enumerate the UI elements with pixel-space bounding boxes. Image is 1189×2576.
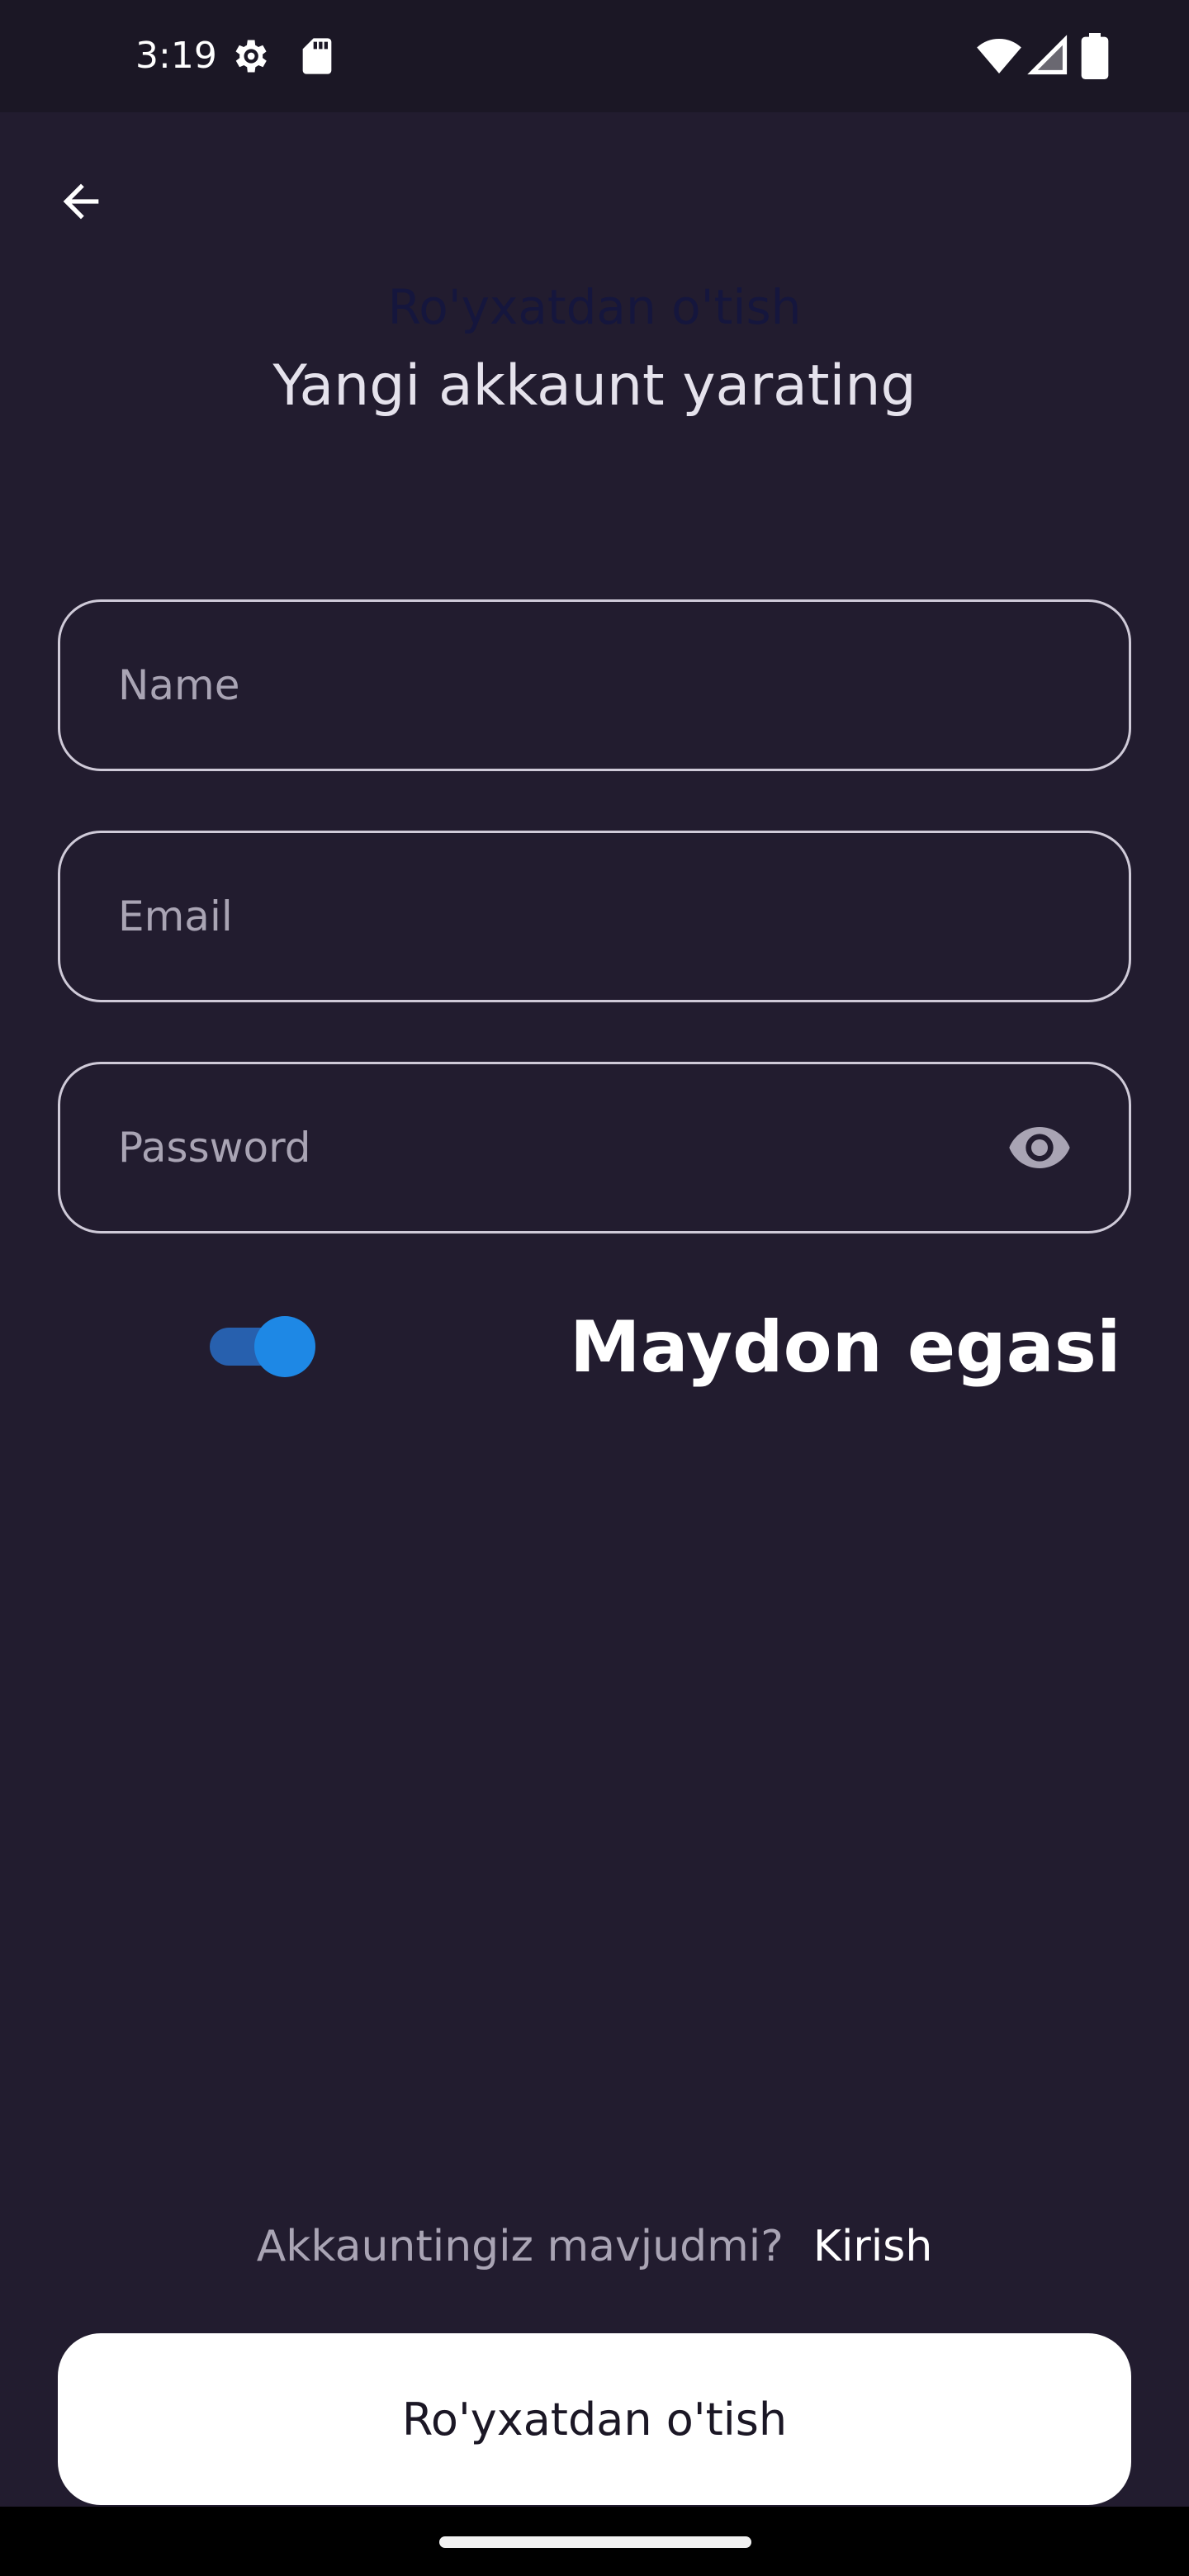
back-button[interactable] bbox=[41, 162, 121, 241]
field-owner-toggle[interactable] bbox=[206, 1314, 319, 1377]
signup-screen: Ro'yxatdan o'tish Yangi akkaunt yarating… bbox=[0, 112, 1189, 2507]
arrow-back-icon bbox=[63, 183, 99, 220]
system-nav-bar bbox=[0, 2507, 1189, 2576]
toggle-knob bbox=[254, 1316, 315, 1377]
status-bar: 3:19 bbox=[0, 0, 1189, 112]
email-field[interactable] bbox=[58, 831, 1131, 1002]
wifi-icon bbox=[976, 33, 1021, 79]
page-subtitle: Yangi akkaunt yarating bbox=[272, 353, 917, 419]
password-field[interactable] bbox=[58, 1062, 1131, 1234]
show-password-button[interactable] bbox=[1000, 1108, 1079, 1187]
name-input[interactable] bbox=[118, 602, 1129, 769]
email-input[interactable] bbox=[118, 833, 1129, 1000]
home-indicator[interactable] bbox=[439, 2536, 751, 2548]
login-link[interactable]: Kirish bbox=[813, 2222, 932, 2271]
sd-card-icon bbox=[296, 33, 339, 79]
password-input[interactable] bbox=[118, 1064, 1129, 1231]
name-field[interactable] bbox=[58, 599, 1131, 771]
signal-icon bbox=[1027, 33, 1070, 79]
signup-button[interactable]: Ro'yxatdan o'tish bbox=[58, 2333, 1131, 2505]
page-title: Ro'yxatdan o'tish bbox=[387, 279, 802, 335]
eye-icon bbox=[1009, 1127, 1070, 1168]
login-row: Akkauntingiz mavjudmi? Kirish bbox=[0, 2218, 1189, 2275]
field-owner-label: Maydon egasi bbox=[570, 1306, 1121, 1389]
battery-icon bbox=[1080, 33, 1123, 79]
login-prompt: Akkauntingiz mavjudmi? bbox=[256, 2222, 784, 2271]
settings-gear-icon bbox=[228, 33, 271, 79]
status-time: 3:19 bbox=[135, 35, 217, 77]
